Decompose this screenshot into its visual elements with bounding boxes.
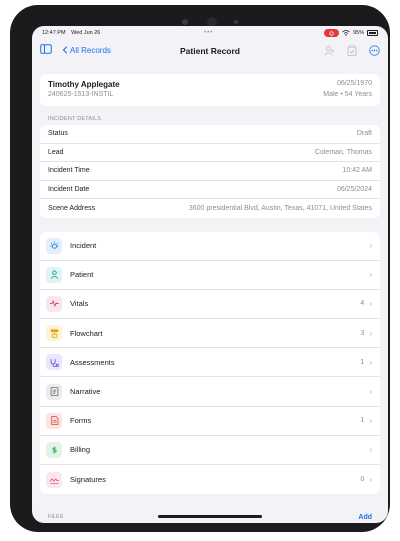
section-count: 3 xyxy=(360,329,365,337)
incident-details-header: INCIDENT DETAILS xyxy=(48,116,102,122)
home-indicator[interactable] xyxy=(158,515,262,518)
files-label: FILES xyxy=(48,514,64,520)
detail-label: Status xyxy=(48,130,68,138)
battery-percent: 95% xyxy=(352,30,364,36)
section-count: 4 xyxy=(360,300,365,308)
section-label: Forms xyxy=(70,416,92,426)
add-file-button[interactable]: Add xyxy=(358,514,372,521)
detail-row-scene-address[interactable]: Scene Address 3600 presidential Blvd, Au… xyxy=(40,199,380,218)
wifi-icon xyxy=(342,30,350,36)
section-label: Incident xyxy=(70,241,97,251)
narrative-icon xyxy=(46,383,62,400)
section-label: Patient xyxy=(70,270,94,280)
status-time: 12:47 PM xyxy=(42,30,66,36)
detail-value: Coleman, Thomas xyxy=(314,148,372,156)
detail-label: Incident Time xyxy=(48,167,90,175)
incident-details-card: Status Draft Lead Coleman, Thomas Incide… xyxy=(40,125,380,218)
detail-value: 10:42 AM xyxy=(342,167,372,175)
battery-icon xyxy=(367,30,378,36)
chevron-right-icon: › xyxy=(369,241,372,251)
section-row-flowchart[interactable]: Flowchart 3 › xyxy=(40,319,380,349)
chevron-right-icon: › xyxy=(369,299,372,309)
section-label: Signatures xyxy=(70,475,106,485)
chevron-right-icon: › xyxy=(369,416,372,426)
incident-icon xyxy=(46,237,62,254)
chevron-right-icon: › xyxy=(369,475,372,485)
record-sections-list: Incident › Patient › Vitals 4 › Flowchart 3 › Asse… xyxy=(40,231,380,495)
clipboard-check-icon[interactable] xyxy=(347,43,357,61)
chevron-right-icon: › xyxy=(369,357,372,367)
detail-row-lead[interactable]: Lead Coleman, Thomas xyxy=(40,144,380,162)
chevron-right-icon: › xyxy=(369,445,372,455)
signatures-icon xyxy=(46,471,62,488)
section-row-vitals[interactable]: Vitals 4 › xyxy=(40,290,380,320)
multitasking-dots-icon[interactable]: ••• xyxy=(204,30,213,36)
patient-summary-card[interactable]: Timothy Applegate 240625-1513-INSTIL 06/… xyxy=(40,74,380,106)
tablet-frame: 12:47 PM Wed Jun 26 95% ••• All Records … xyxy=(10,5,390,532)
chevron-right-icon: › xyxy=(369,387,372,397)
billing-icon: $ xyxy=(46,441,62,458)
chevron-right-icon: › xyxy=(369,328,372,338)
section-label: Assessments xyxy=(70,357,115,367)
patient-dob: 06/25/1970 xyxy=(336,80,372,87)
chevron-right-icon: › xyxy=(369,270,372,280)
detail-row-incident-date[interactable]: Incident Date 06/25/2024 xyxy=(40,181,380,199)
screen: 12:47 PM Wed Jun 26 95% ••• All Records … xyxy=(32,26,388,523)
flowchart-icon xyxy=(46,325,62,342)
patient-sex-age: Male • 54 Years xyxy=(323,91,372,98)
patient-icon xyxy=(46,266,62,283)
section-label: Vitals xyxy=(70,299,89,309)
detail-row-status[interactable]: Status Draft xyxy=(40,125,380,144)
section-row-narrative[interactable]: Narrative › xyxy=(40,377,380,407)
section-label: Narrative xyxy=(70,387,101,397)
detail-value: 06/25/2024 xyxy=(336,185,372,193)
detail-label: Incident Date xyxy=(48,185,90,193)
more-options-icon[interactable] xyxy=(369,43,380,61)
section-label: Billing xyxy=(70,445,91,455)
section-count: 1 xyxy=(360,358,365,366)
section-row-incident[interactable]: Incident › xyxy=(40,232,380,261)
section-label: Flowchart xyxy=(70,328,103,338)
detail-label: Lead xyxy=(48,148,64,156)
vitals-icon xyxy=(46,295,62,312)
section-row-billing[interactable]: $ Billing › xyxy=(40,436,380,465)
forms-icon xyxy=(46,412,62,429)
assessments-icon xyxy=(46,354,62,371)
detail-label: Scene Address xyxy=(48,204,96,212)
section-row-assessments[interactable]: Assessments 1 › xyxy=(40,348,380,378)
detail-value: Draft xyxy=(356,130,372,138)
detail-row-incident-time[interactable]: Incident Time 10:42 AM xyxy=(40,162,380,181)
record-content[interactable]: Timothy Applegate 240625-1513-INSTIL 06/… xyxy=(32,62,388,523)
section-count: 0 xyxy=(360,476,365,484)
section-row-patient[interactable]: Patient › xyxy=(40,261,380,290)
patient-name: Timothy Applegate xyxy=(48,80,120,89)
assign-crew-icon[interactable] xyxy=(324,43,335,61)
svg-text:$: $ xyxy=(51,446,56,455)
recording-indicator xyxy=(323,29,339,37)
section-row-forms[interactable]: Forms 1 › xyxy=(40,407,380,436)
detail-value: 3600 presidential Blvd, Austin, Texas, 4… xyxy=(188,204,372,212)
section-row-signatures[interactable]: Signatures 0 › xyxy=(40,465,380,494)
section-count: 1 xyxy=(360,417,365,425)
status-date: Wed Jun 26 xyxy=(71,30,101,36)
navigation-bar: All Records Patient Record xyxy=(32,40,388,62)
